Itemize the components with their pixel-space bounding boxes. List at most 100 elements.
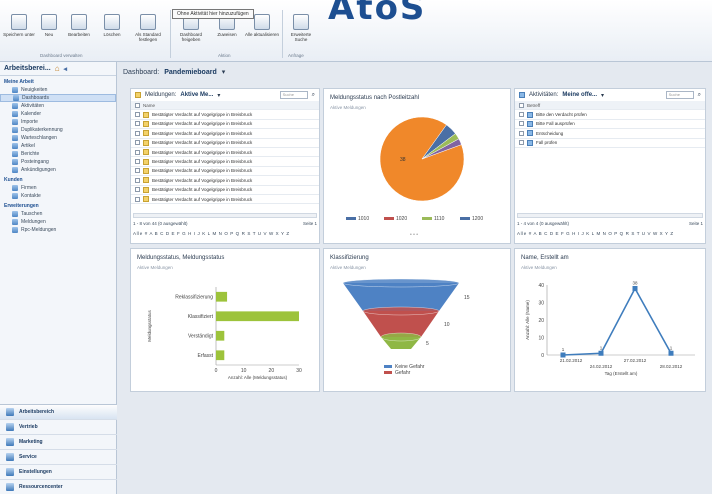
nav-item-duplikaterkennung[interactable]: Duplikaterkennung	[0, 126, 116, 134]
history-icon[interactable]: ◂	[64, 65, 68, 73]
row-checkbox[interactable]	[135, 196, 140, 202]
view-selector[interactable]: Meine offe...	[562, 92, 597, 98]
nav-item-rpc-meldungen[interactable]: Rpc-Meldungen	[0, 226, 116, 234]
table-row[interactable]: Bestätigter Verdacht auf Vogelgrippe in …	[131, 176, 319, 186]
nav-section-customers[interactable]: Kunden	[0, 174, 116, 184]
search-icon[interactable]: ⌕	[312, 92, 315, 99]
assign-button[interactable]: Zuweisen	[210, 0, 244, 50]
nav-item-importe[interactable]: Importe	[0, 118, 116, 126]
page-indicator[interactable]: Seite 1	[689, 221, 703, 226]
workspace-einstellungen[interactable]: Einstellungen	[0, 465, 117, 480]
grid-column-header[interactable]: Name	[131, 101, 319, 111]
nav-item-firmen[interactable]: Firmen	[0, 184, 116, 192]
row-checkbox[interactable]	[135, 112, 140, 118]
row-checkbox[interactable]	[519, 112, 524, 118]
row-text[interactable]: Bestätigter Verdacht auf Vogelgrippe in …	[152, 121, 252, 126]
column-name[interactable]: Betreff	[527, 103, 540, 108]
new-button[interactable]: Neu	[32, 0, 66, 50]
table-row[interactable]: Bestätigter Verdacht auf Vogelgrippe in …	[131, 120, 319, 130]
pagination-dots[interactable]: • • •	[410, 232, 418, 238]
home-icon[interactable]: ⌂	[55, 64, 60, 73]
row-text[interactable]: Entscheidung	[536, 131, 563, 136]
nav-item-neuigkeiten[interactable]: Neuigkeiten	[0, 86, 116, 94]
row-checkbox[interactable]	[519, 121, 524, 127]
horizontal-scrollbar[interactable]	[517, 213, 703, 218]
row-text[interactable]: Bestätigter Verdacht auf Vogelgrippe in …	[152, 178, 252, 183]
advanced-find-button[interactable]: Erweiterte Suche	[284, 0, 318, 50]
page-indicator[interactable]: Seite 1	[303, 221, 317, 226]
row-checkbox[interactable]	[135, 121, 140, 127]
nav-section-extensions[interactable]: Erweiterungen	[0, 200, 116, 210]
workspace-vertrieb[interactable]: Vertrieb	[0, 420, 117, 435]
grid-column-header[interactable]: Betreff	[515, 101, 705, 111]
row-text[interactable]: Bestätigter Verdacht auf Vogelgrippe in …	[152, 112, 252, 117]
row-text[interactable]: Bestätigter Verdacht auf Vogelgrippe in …	[152, 159, 252, 164]
bar-erfasst[interactable]	[216, 350, 225, 361]
table-row[interactable]: Bitte Fall ausprüfen	[515, 120, 705, 130]
table-row[interactable]: Bestätigter Verdacht auf Vogelgrippe in …	[131, 129, 319, 139]
row-checkbox[interactable]	[135, 168, 140, 174]
horizontal-scrollbar[interactable]	[133, 213, 317, 218]
nav-item-aktivit-ten[interactable]: Aktivitäten	[0, 102, 116, 110]
set-default-button[interactable]: Als Standard festlegen	[128, 0, 168, 50]
data-point[interactable]	[632, 286, 638, 291]
column-name[interactable]: Name	[143, 103, 155, 108]
nav-section-my-work[interactable]: Meine Arbeit	[0, 76, 116, 86]
row-checkbox[interactable]	[135, 177, 140, 183]
table-row[interactable]: Fall prüfen	[515, 139, 705, 148]
chevron-down-icon[interactable]: ▾	[217, 92, 220, 99]
chevron-down-icon[interactable]: ▾	[222, 68, 226, 76]
search-icon[interactable]: ⌕	[698, 92, 701, 99]
row-checkbox[interactable]	[135, 149, 140, 155]
data-point[interactable]	[668, 350, 674, 356]
table-row[interactable]: Bestätigter Verdacht auf Vogelgrippe in …	[131, 157, 319, 167]
row-text[interactable]: Bestätigter Verdacht auf Vogelgrippe in …	[152, 150, 252, 155]
funnel-segment[interactable]	[343, 283, 459, 311]
workspace-marketing[interactable]: Marketing	[0, 435, 117, 450]
row-checkbox[interactable]	[135, 140, 140, 146]
dashboard-selector[interactable]: Dashboard: Pandemieboard ▾	[117, 62, 712, 82]
delete-button[interactable]: Löschen	[95, 0, 129, 50]
share-dashboard-button[interactable]: Dashboard freigeben	[172, 0, 210, 50]
nav-item-tauschen[interactable]: Tauschen	[0, 210, 116, 218]
nav-item-artikel[interactable]: Artikel	[0, 142, 116, 150]
row-text[interactable]: Bestätigter Verdacht auf Vogelgrippe in …	[152, 197, 252, 202]
table-row[interactable]: Bestätigter Verdacht auf Vogelgrippe in …	[131, 110, 319, 120]
row-checkbox[interactable]	[519, 140, 524, 146]
nav-item-kontakte[interactable]: Kontakte	[0, 192, 116, 200]
select-all-checkbox[interactable]	[135, 102, 140, 108]
nav-item-dashboards[interactable]: Dashboards	[0, 94, 116, 102]
row-text[interactable]: Bitte den Verdacht prüfen	[536, 112, 587, 117]
row-text[interactable]: Bestätigter Verdacht auf Vogelgrippe in …	[152, 168, 252, 173]
search-input[interactable]: Suche	[279, 91, 308, 99]
nav-item-warteschlangen[interactable]: Warteschlangen	[0, 134, 116, 142]
row-checkbox[interactable]	[135, 130, 140, 136]
workspace-service[interactable]: Service	[0, 450, 117, 465]
view-selector[interactable]: Aktive Me...	[180, 92, 213, 98]
workspace-ressourcencenter[interactable]: Ressourcencenter	[0, 480, 117, 494]
search-input[interactable]: Suche	[665, 91, 694, 99]
alphabet-filter[interactable]: Alle # A B C D E F G H I J K L M N O P Q…	[517, 231, 703, 236]
data-point[interactable]	[560, 352, 566, 358]
table-row[interactable]: Bestätigter Verdacht auf Vogelgrippe in …	[131, 167, 319, 177]
bar-klassifiziert[interactable]	[216, 311, 299, 322]
row-checkbox[interactable]	[135, 187, 140, 193]
nav-item-berichte[interactable]: Berichte	[0, 150, 116, 158]
refresh-all-button[interactable]: Alle aktualisieren	[244, 0, 280, 50]
chevron-down-icon[interactable]: ▾	[601, 92, 604, 99]
nav-item-ank-ndigungen[interactable]: Ankündigungen	[0, 166, 116, 174]
table-row[interactable]: Bestätigter Verdacht auf Vogelgrippe in …	[131, 195, 319, 205]
bar-reklassifizierung[interactable]	[216, 291, 228, 302]
select-all-checkbox[interactable]	[519, 102, 524, 108]
dashboard-name[interactable]: Pandemieboard	[164, 69, 217, 76]
nav-item-kalender[interactable]: Kalender	[0, 110, 116, 118]
save-as-button[interactable]: Speichern unter	[2, 0, 36, 50]
table-row[interactable]: Bestätigter Verdacht auf Vogelgrippe in …	[131, 148, 319, 158]
table-row[interactable]: Bestätigter Verdacht auf Vogelgrippe in …	[131, 186, 319, 195]
bar-verst-ndigt[interactable]	[216, 330, 225, 341]
row-text[interactable]: Bestätigter Verdacht auf Vogelgrippe in …	[152, 140, 252, 145]
nav-item-posteingang[interactable]: Posteingang	[0, 158, 116, 166]
row-checkbox[interactable]	[135, 159, 140, 165]
row-text[interactable]: Bestätigter Verdacht auf Vogelgrippe in …	[152, 187, 252, 192]
workspace-header[interactable]: Arbeitsberei... ⌂ ◂	[0, 62, 116, 76]
